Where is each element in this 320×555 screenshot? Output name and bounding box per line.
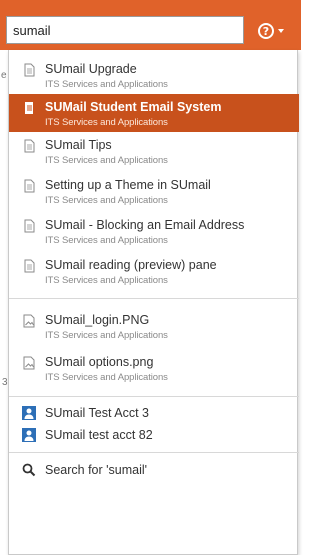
suggestion-title: SUmail Tips xyxy=(45,138,112,152)
section-divider xyxy=(9,452,299,453)
suggestion-subtitle: ITS Services and Applications xyxy=(45,195,168,206)
suggestion-item-page-selected[interactable]: SUMail Student Email System ITS Services… xyxy=(9,94,299,132)
search-for-label: Search for 'sumail' xyxy=(45,463,148,477)
suggestion-title: SUmail_login.PNG xyxy=(45,313,150,327)
page-icon xyxy=(24,179,35,193)
page-icon xyxy=(24,219,35,233)
suggestion-item-user[interactable]: SUmail Test Acct 3 xyxy=(9,402,299,424)
suggestion-item-file[interactable]: SUmail_login.PNG ITS Services and Applic… xyxy=(9,304,299,346)
page-icon xyxy=(24,259,35,273)
help-menu-button[interactable]: ? xyxy=(258,20,294,42)
image-file-icon xyxy=(23,356,35,370)
user-icon xyxy=(22,406,36,420)
user-icon xyxy=(22,428,36,442)
suggestion-item-page[interactable]: SUmail Tips ITS Services and Application… xyxy=(9,132,299,170)
suggestion-item-user[interactable]: SUmail test acct 82 xyxy=(9,424,299,446)
suggestion-subtitle: ITS Services and Applications xyxy=(45,79,168,90)
suggestion-item-page[interactable]: SUmail reading (preview) pane ITS Servic… xyxy=(9,250,299,290)
suggestion-subtitle: ITS Services and Applications xyxy=(45,275,168,286)
suggestion-title: Setting up a Theme in SUmail xyxy=(45,178,211,192)
section-divider xyxy=(9,298,299,299)
suggestion-item-page[interactable]: SUmail Upgrade ITS Services and Applicat… xyxy=(9,56,299,94)
search-suggestions-dropdown: SUmail Upgrade ITS Services and Applicat… xyxy=(8,50,299,555)
suggestion-item-page[interactable]: Setting up a Theme in SUmail ITS Service… xyxy=(9,170,299,210)
suggestion-item-page[interactable]: SUmail - Blocking an Email Address ITS S… xyxy=(9,210,299,250)
suggestion-subtitle: ITS Services and Applications xyxy=(45,372,168,383)
chevron-down-icon xyxy=(278,29,284,33)
search-for-query[interactable]: Search for 'sumail' xyxy=(9,458,299,482)
search-icon xyxy=(22,463,36,477)
background-text: e xyxy=(1,70,7,81)
suggestion-subtitle: ITS Services and Applications xyxy=(45,117,168,128)
suggestion-title: SUmail - Blocking an Email Address xyxy=(45,218,245,232)
page-icon xyxy=(24,63,35,77)
page-icon xyxy=(24,139,35,153)
help-icon: ? xyxy=(258,23,274,39)
suggestion-subtitle: ITS Services and Applications xyxy=(45,155,168,166)
suggestion-item-file[interactable]: SUmail options.png ITS Services and Appl… xyxy=(9,346,299,388)
search-input[interactable] xyxy=(6,16,244,44)
suggestion-title: SUMail Student Email System xyxy=(45,100,222,114)
suggestion-subtitle: ITS Services and Applications xyxy=(45,330,168,341)
image-file-icon xyxy=(23,314,35,328)
background-page-edge: e 3 xyxy=(0,50,8,555)
section-divider xyxy=(9,396,299,397)
background-text: 3 xyxy=(2,377,8,388)
suggestion-title: SUmail test acct 82 xyxy=(45,428,153,442)
suggestion-title: SUmail options.png xyxy=(45,355,154,369)
suggestion-title: SUmail Test Acct 3 xyxy=(45,406,149,420)
suggestion-title: SUmail reading (preview) pane xyxy=(45,258,217,272)
suggestion-title: SUmail Upgrade xyxy=(45,62,137,76)
suggestion-subtitle: ITS Services and Applications xyxy=(45,235,168,246)
header-bar: ? xyxy=(0,0,301,50)
page-icon xyxy=(25,102,33,114)
